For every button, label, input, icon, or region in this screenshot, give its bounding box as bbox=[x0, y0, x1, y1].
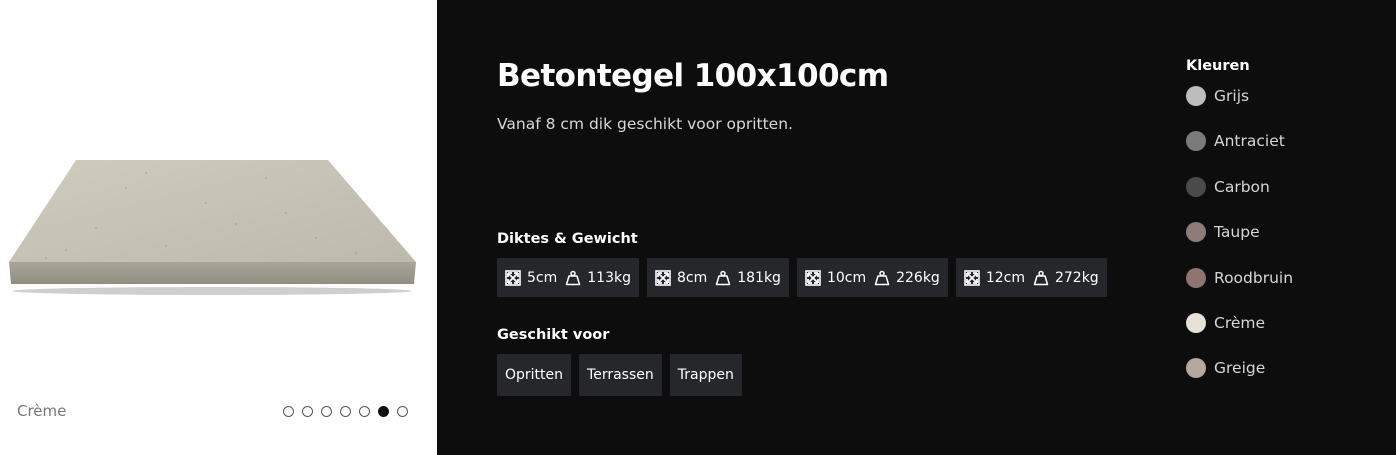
thickness-option[interactable]: 12cm 272kg bbox=[955, 258, 1107, 297]
expand-arrows-icon bbox=[655, 269, 671, 286]
suitable-tag[interactable]: Terrassen bbox=[579, 354, 662, 396]
product-title: Betontegel 100x100cm bbox=[497, 58, 889, 94]
thickness-option[interactable]: 8cm 181kg bbox=[646, 258, 789, 297]
product-subtitle: Vanaf 8 cm dik geschikt voor opritten. bbox=[497, 115, 793, 133]
thickness-value: 10cm bbox=[826, 269, 867, 286]
carousel-dot[interactable] bbox=[378, 406, 389, 417]
carousel-dots bbox=[283, 406, 408, 417]
carousel-dot[interactable] bbox=[359, 406, 370, 417]
weight-value: 272kg bbox=[1054, 269, 1099, 286]
colors-heading: Kleuren bbox=[1186, 58, 1250, 74]
expand-arrows-icon bbox=[805, 269, 821, 286]
weight-value: 181kg bbox=[737, 269, 781, 286]
thickness-option[interactable]: 10cm 226kg bbox=[796, 258, 948, 297]
suitable-tag[interactable]: Opritten bbox=[497, 354, 572, 396]
color-swatch bbox=[1186, 358, 1206, 379]
expand-arrows-icon bbox=[505, 269, 521, 286]
thickness-options: 5cm 113kg 8cm 181kg 10cm 226kg 12cm 272k… bbox=[497, 258, 1107, 297]
color-option-taupe[interactable]: Taupe bbox=[1186, 222, 1386, 243]
product-gallery: Crème bbox=[0, 0, 437, 455]
color-name: Crème bbox=[1214, 313, 1266, 332]
color-name: Carbon bbox=[1214, 177, 1270, 196]
product-image bbox=[9, 160, 416, 295]
color-name: Roodbruin bbox=[1214, 268, 1294, 287]
thickness-value: 8cm bbox=[676, 269, 708, 286]
weight-value: 226kg bbox=[896, 269, 940, 286]
thickness-heading: Diktes & Gewicht bbox=[497, 231, 638, 247]
color-name: Antraciet bbox=[1214, 132, 1285, 151]
color-option-antraciet[interactable]: Antraciet bbox=[1186, 131, 1386, 152]
expand-arrows-icon bbox=[964, 269, 980, 286]
thickness-value: 5cm bbox=[527, 269, 558, 286]
color-option-grijs[interactable]: Grijs bbox=[1186, 86, 1386, 106]
suitable-heading: Geschikt voor bbox=[497, 327, 610, 343]
thickness-option[interactable]: 5cm 113kg bbox=[497, 258, 639, 297]
suitable-tags: Opritten Terrassen Trappen bbox=[497, 354, 742, 396]
color-swatch bbox=[1186, 86, 1206, 106]
weight-icon bbox=[874, 270, 890, 286]
carousel-dot[interactable] bbox=[283, 406, 294, 417]
current-color-label: Crème bbox=[17, 402, 67, 420]
color-swatch bbox=[1186, 176, 1206, 197]
color-name: Grijs bbox=[1214, 87, 1250, 105]
color-swatch bbox=[1186, 312, 1206, 333]
color-list: Kleuren Grijs Antraciet Carbon Taupe Roo… bbox=[1186, 58, 1386, 404]
color-option-creme[interactable]: Crème bbox=[1186, 312, 1386, 333]
color-swatch bbox=[1186, 222, 1206, 243]
color-name: Taupe bbox=[1214, 223, 1260, 242]
weight-icon bbox=[1033, 270, 1049, 286]
thickness-value: 12cm bbox=[985, 269, 1025, 286]
weight-value: 113kg bbox=[587, 269, 631, 286]
color-option-carbon[interactable]: Carbon bbox=[1186, 176, 1386, 197]
product-info: Betontegel 100x100cm Vanaf 8 cm dik gesc… bbox=[437, 0, 1396, 455]
color-option-roodbruin[interactable]: Roodbruin bbox=[1186, 267, 1386, 288]
carousel-dot[interactable] bbox=[302, 406, 313, 417]
weight-icon bbox=[715, 270, 731, 286]
carousel-dot[interactable] bbox=[340, 406, 351, 417]
color-swatch bbox=[1186, 131, 1206, 152]
color-name: Greige bbox=[1214, 359, 1266, 378]
weight-icon bbox=[565, 270, 581, 286]
color-swatch bbox=[1186, 267, 1206, 288]
carousel-dot[interactable] bbox=[321, 406, 332, 417]
color-option-greige[interactable]: Greige bbox=[1186, 358, 1386, 379]
suitable-tag[interactable]: Trappen bbox=[669, 354, 742, 396]
carousel-dot[interactable] bbox=[397, 406, 408, 417]
